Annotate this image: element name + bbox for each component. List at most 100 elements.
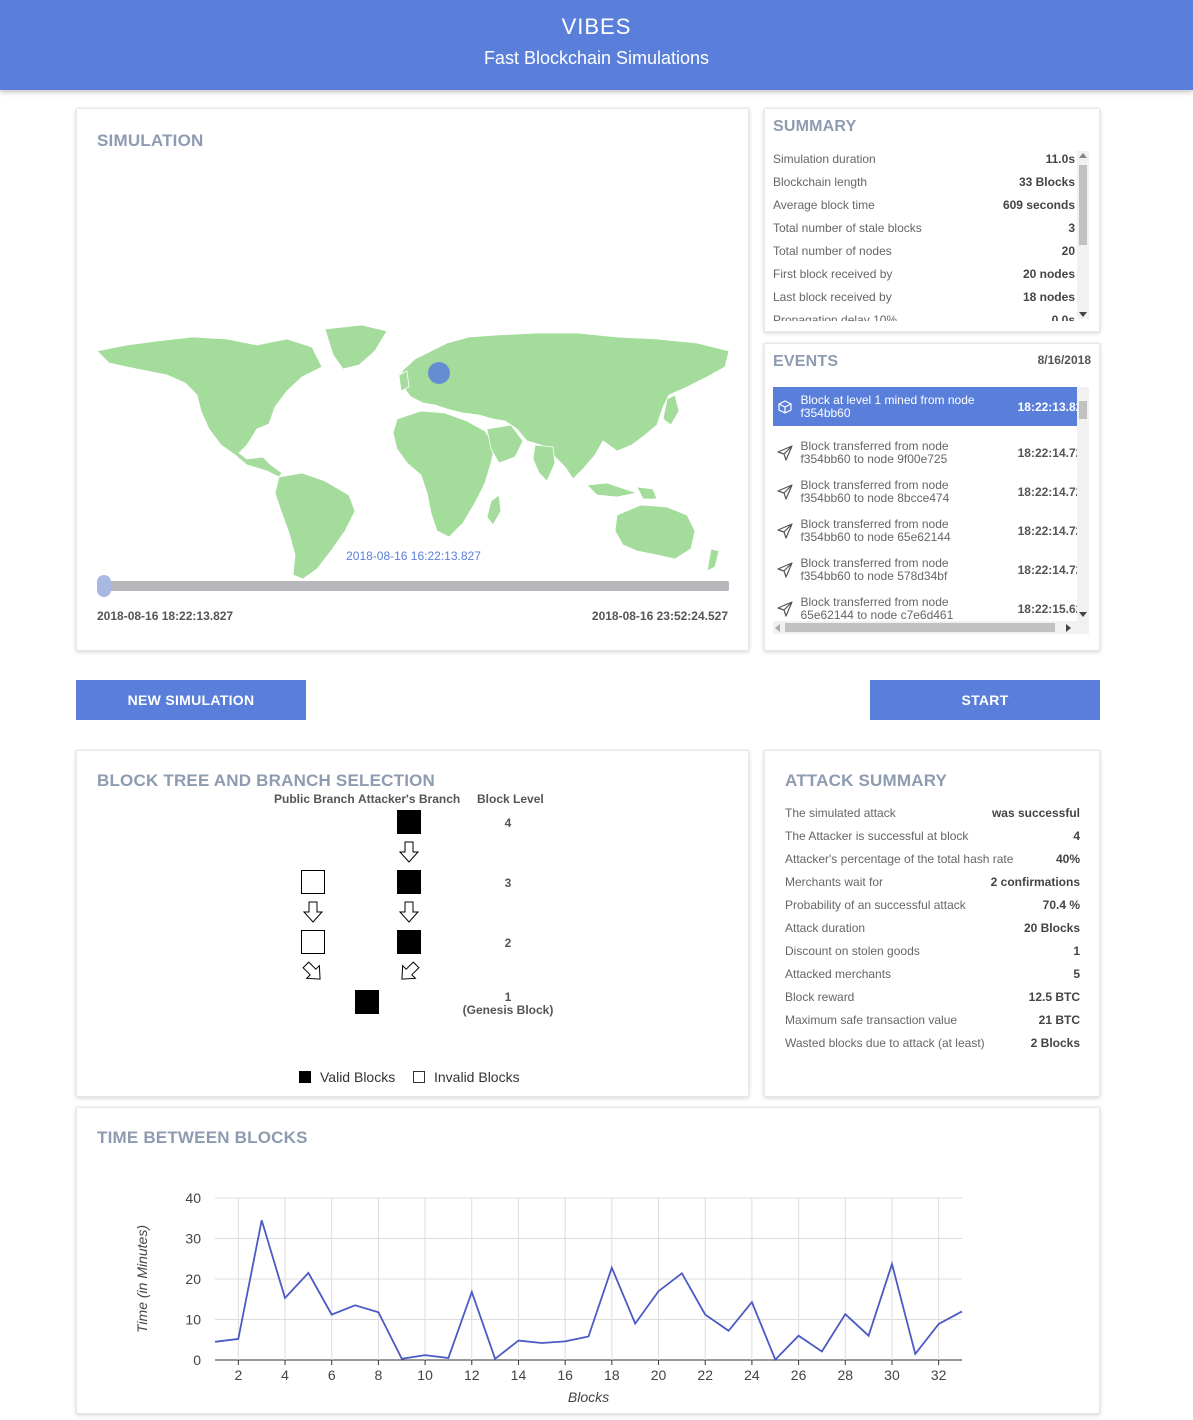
- send-icon: [773, 522, 796, 539]
- scroll-left-icon[interactable]: [775, 624, 780, 632]
- time-chart-card: TIME BETWEEN BLOCKS 0 10 20 30 40 2 4 6 8 10 12 14 1…: [76, 1107, 1100, 1414]
- new-simulation-button[interactable]: NEW SIMULATION: [76, 680, 306, 720]
- summary-row: Blockchain length 33 Blocks: [773, 174, 1075, 189]
- events-hscroll-thumb[interactable]: [785, 623, 1055, 632]
- attack-summary-list: The simulated attack was successful The A…: [785, 801, 1080, 1081]
- timeline-slider-handle[interactable]: [97, 575, 111, 597]
- x-tick-label: 26: [791, 1367, 807, 1383]
- event-item[interactable]: Block transferred from node f354bb60 to …: [773, 511, 1089, 550]
- attack-row: The Attacker is successful at block 4: [785, 828, 1080, 843]
- level-label: 1: [504, 990, 512, 1004]
- arrow-down-left-icon: [401, 961, 420, 980]
- x-tick-label: 32: [931, 1367, 947, 1383]
- start-button[interactable]: START: [870, 680, 1100, 720]
- event-text: Block at level 1 mined from node f354bb6…: [800, 392, 975, 420]
- summary-title: SUMMARY: [773, 118, 857, 135]
- send-icon: [773, 600, 796, 617]
- event-item[interactable]: Block transferred from node f354bb60 to …: [773, 433, 1089, 472]
- event-item[interactable]: Block transferred from node 65e62144 to …: [773, 589, 1089, 621]
- event-item[interactable]: Block transferred from node f354bb60 to …: [773, 550, 1089, 589]
- attacker-block[interactable]: [397, 930, 421, 954]
- y-tick-label: 20: [185, 1271, 201, 1287]
- summary-scroll-thumb[interactable]: [1079, 165, 1087, 245]
- events-list[interactable]: Block at level 1 mined from node f354bb6…: [773, 387, 1089, 621]
- x-tick-label: 24: [744, 1367, 760, 1383]
- series-line: [214, 1220, 963, 1362]
- events-hscrollbar[interactable]: [773, 621, 1089, 634]
- x-axis-label: Blocks: [568, 1389, 609, 1405]
- simulation-card: SIMULATION 2018-08-16 16:22:13.827 2018-…: [76, 108, 749, 651]
- event-time: 18:22:14.727: [1017, 523, 1089, 538]
- public-block[interactable]: [301, 930, 325, 954]
- x-tick-label: 10: [417, 1367, 433, 1383]
- arrow-down-icon: [302, 901, 324, 923]
- event-item[interactable]: Block transferred from node f354bb60 to …: [773, 472, 1089, 511]
- x-tick-label: 22: [697, 1367, 713, 1383]
- events-card: EVENTS 8/16/2018 Block at level 1 mined …: [764, 343, 1100, 651]
- events-scrollbar[interactable]: [1077, 387, 1089, 621]
- summary-scrollbar[interactable]: [1077, 151, 1089, 319]
- events-title: EVENTS: [773, 353, 839, 370]
- arrow-down-icon: [398, 841, 420, 863]
- x-tick-label: 30: [884, 1367, 900, 1383]
- y-tick-label: 40: [185, 1190, 201, 1206]
- event-time: 18:22:13.827: [1017, 399, 1089, 414]
- scroll-down-icon[interactable]: [1079, 612, 1087, 617]
- world-map: [97, 324, 730, 579]
- level-label: 4: [504, 816, 512, 830]
- attack-row: Probability of an successful attack 70.4 …: [785, 897, 1080, 912]
- summary-row: Propagation delay 10% 0.0s: [773, 312, 1075, 322]
- x-tick-label: 12: [464, 1367, 480, 1383]
- x-tick-label: 6: [328, 1367, 336, 1383]
- event-text: Block transferred from node f354bb60 to …: [800, 516, 951, 544]
- block-tree-title: BLOCK TREE AND BRANCH SELECTION: [97, 771, 436, 790]
- level-label: 2: [504, 936, 512, 950]
- event-text: Block transferred from node f354bb60 to …: [800, 555, 949, 583]
- send-icon: [773, 444, 796, 461]
- event-time: 18:22:15.627: [1017, 601, 1089, 616]
- attack-summary-title: ATTACK SUMMARY: [785, 771, 948, 790]
- legend-valid-label: Valid Blocks: [320, 1069, 396, 1085]
- legend-valid-swatch: [299, 1071, 311, 1083]
- attacker-block[interactable]: [397, 810, 421, 834]
- public-block[interactable]: [301, 870, 325, 894]
- attack-row: The simulated attack was successful: [785, 805, 1080, 820]
- x-tick-label: 18: [604, 1367, 620, 1383]
- summary-row: Total number of stale blocks 3: [773, 220, 1075, 235]
- event-item[interactable]: Block at level 1 mined from node f354bb6…: [773, 387, 1089, 426]
- timeline-slider[interactable]: [97, 581, 729, 591]
- legend-invalid-label: Invalid Blocks: [434, 1069, 520, 1085]
- scroll-up-icon[interactable]: [1079, 153, 1087, 158]
- event-time: 18:22:14.727: [1017, 484, 1089, 499]
- attack-row: Discount on stolen goods 1: [785, 943, 1080, 958]
- genesis-block[interactable]: [355, 990, 379, 1014]
- x-tick-label: 28: [837, 1367, 853, 1383]
- legend-invalid-swatch: [413, 1071, 425, 1083]
- summary-card: SUMMARY Simulation duration 11.0s Blockch…: [764, 108, 1100, 332]
- x-tick-label: 16: [557, 1367, 573, 1383]
- attack-row: Wasted blocks due to attack (at least) 2 …: [785, 1035, 1080, 1050]
- attack-row: Merchants wait for 2 confirmations: [785, 874, 1080, 889]
- level-label: 3: [504, 876, 512, 890]
- node-marker: [428, 362, 450, 384]
- scroll-right-icon[interactable]: [1066, 624, 1071, 632]
- events-scroll-thumb[interactable]: [1079, 401, 1087, 419]
- attack-row: Attacked merchants 5: [785, 966, 1080, 981]
- event-time: 18:22:14.727: [1017, 562, 1089, 577]
- summary-row: Total number of nodes 20: [773, 243, 1075, 258]
- app-header: VIBES Fast Blockchain Simulations: [0, 0, 1193, 90]
- summary-list[interactable]: Simulation duration 11.0s Blockchain leng…: [773, 147, 1075, 322]
- scroll-down-icon[interactable]: [1079, 312, 1087, 317]
- time-between-blocks-chart: 0102030402 4 6 8 10 12 14 16 18 20 22 24 26 28 30 32Blo…: [134, 1190, 963, 1405]
- block-tree-card: BLOCK TREE AND BRANCH SELECTION Public B…: [76, 750, 749, 1097]
- end-time-label: 2018-08-16 23:52:24.527: [591, 609, 728, 623]
- current-time-label: 2018-08-16 16:22:13.827: [346, 549, 481, 563]
- attack-row: Maximum safe transaction value 21 BTC: [785, 1012, 1080, 1027]
- x-tick-label: 14: [511, 1367, 527, 1383]
- event-text: Block transferred from node f354bb60 to …: [800, 477, 950, 505]
- attacker-block[interactable]: [397, 870, 421, 894]
- events-date: 8/16/2018: [1037, 353, 1091, 367]
- arrow-down-icon: [398, 901, 420, 923]
- y-tick-label: 10: [185, 1312, 201, 1328]
- send-icon: [773, 483, 796, 500]
